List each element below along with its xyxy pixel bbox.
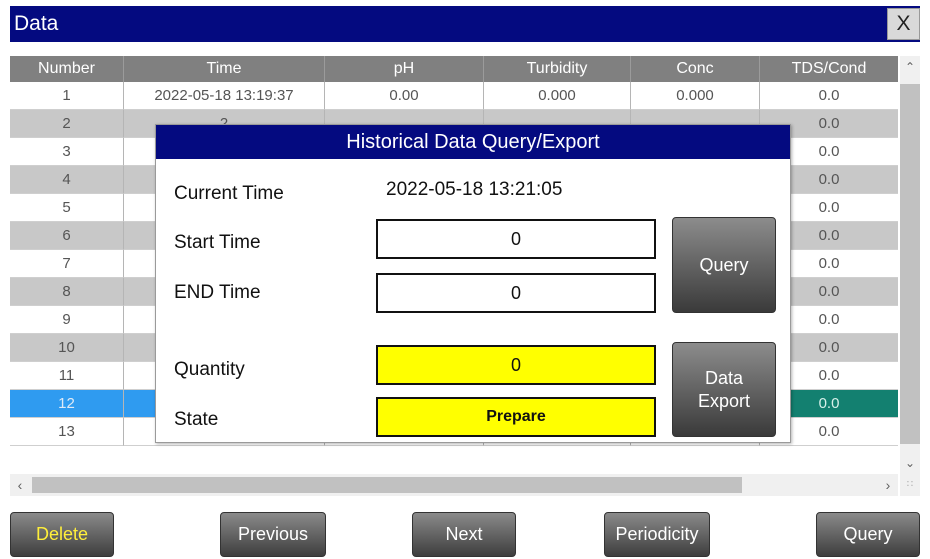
- quantity-field: 0: [376, 345, 656, 385]
- cell-number: 2: [10, 110, 124, 138]
- cell-number: 11: [10, 362, 124, 390]
- table-row[interactable]: 1 2022-05-18 13:19:37 0.00 0.000 0.000 0.0: [10, 82, 898, 110]
- start-time-label: Start Time: [174, 232, 261, 253]
- dialog-title: Historical Data Query/Export: [156, 125, 790, 159]
- chevron-down-icon[interactable]: ⌄: [900, 452, 920, 474]
- cell-time: 2022-05-18 13:19:37: [124, 82, 325, 110]
- data-export-button[interactable]: Data Export: [672, 342, 776, 437]
- data-export-label-line2: Export: [697, 390, 751, 411]
- start-time-field[interactable]: 0: [376, 219, 656, 259]
- column-header-turbidity[interactable]: Turbidity: [484, 56, 631, 82]
- cell-number: 1: [10, 82, 124, 110]
- cell-number: 10: [10, 334, 124, 362]
- chevron-up-icon[interactable]: ⌃: [900, 56, 920, 78]
- cell-number: 12: [10, 390, 124, 418]
- dialog-query-button[interactable]: Query: [672, 217, 776, 313]
- cell-number: 5: [10, 194, 124, 222]
- cell-conc: 0.000: [631, 82, 760, 110]
- state-field: Prepare: [376, 397, 656, 437]
- cell-number: 3: [10, 138, 124, 166]
- cell-tds-cond: 0.0: [760, 82, 898, 110]
- column-header-ph[interactable]: pH: [325, 56, 484, 82]
- cell-number: 6: [10, 222, 124, 250]
- vertical-scroll-thumb[interactable]: [900, 84, 920, 444]
- chevron-right-icon[interactable]: ›: [878, 474, 898, 496]
- query-button[interactable]: Query: [816, 512, 920, 557]
- column-header-tds-cond[interactable]: TDS/Cond: [760, 56, 898, 82]
- column-header-number[interactable]: Number: [10, 56, 124, 82]
- cell-number: 13: [10, 418, 124, 446]
- bottom-toolbar: Delete Previous Next Periodicity Query: [10, 500, 920, 559]
- cell-ph: 0.00: [325, 82, 484, 110]
- horizontal-scroll-thumb[interactable]: [32, 477, 742, 493]
- column-header-conc[interactable]: Conc: [631, 56, 760, 82]
- end-time-label: END Time: [174, 282, 261, 303]
- horizontal-scrollbar[interactable]: ‹ ›: [10, 474, 898, 496]
- resize-grip-icon: ∷: [900, 474, 920, 496]
- cell-number: 7: [10, 250, 124, 278]
- previous-button[interactable]: Previous: [220, 512, 326, 557]
- column-header-time[interactable]: Time: [124, 56, 325, 82]
- table-header: Number Time pH Turbidity Conc TDS/Cond: [10, 56, 898, 82]
- periodicity-button[interactable]: Periodicity: [604, 512, 710, 557]
- current-time-label: Current Time: [174, 183, 284, 204]
- close-button[interactable]: X: [887, 8, 920, 40]
- end-time-field[interactable]: 0: [376, 273, 656, 313]
- cell-number: 9: [10, 306, 124, 334]
- current-time-value: 2022-05-18 13:21:05: [386, 179, 563, 200]
- window-title-bar: Data X: [10, 6, 920, 42]
- dialog-query-label: Query: [699, 254, 749, 275]
- cell-number: 4: [10, 166, 124, 194]
- cell-turbidity: 0.000: [484, 82, 631, 110]
- vertical-scrollbar[interactable]: ⌃ ⌄: [900, 56, 920, 474]
- state-label: State: [174, 409, 219, 430]
- chevron-left-icon[interactable]: ‹: [10, 474, 30, 496]
- next-button[interactable]: Next: [412, 512, 516, 557]
- historical-query-dialog: Historical Data Query/Export Current Tim…: [155, 124, 791, 443]
- quantity-label: Quantity: [174, 359, 245, 380]
- cell-number: 8: [10, 278, 124, 306]
- window-title: Data: [14, 12, 59, 35]
- data-export-label-line1: Data: [704, 367, 744, 388]
- delete-button[interactable]: Delete: [10, 512, 114, 557]
